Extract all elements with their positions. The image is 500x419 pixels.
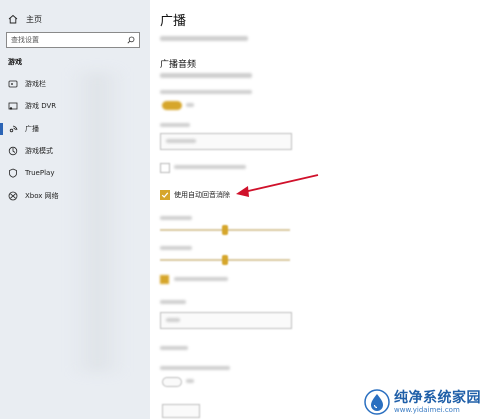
dvr-icon: [8, 101, 18, 111]
blurred-checkbox-label: [174, 165, 246, 169]
blurred-toggle[interactable]: [162, 377, 182, 387]
blurred-button[interactable]: [162, 404, 200, 418]
watermark-title: 纯净系统家园: [394, 389, 481, 406]
sidebar-item-label: 游戏栏: [25, 80, 46, 88]
section-title-gaming: 游戏: [8, 58, 22, 66]
trueplay-icon: [8, 168, 18, 178]
sidebar-item-label: Xbox 网络: [25, 192, 59, 200]
blurred-setting-label: [160, 90, 252, 94]
game-mode-icon: [8, 146, 18, 156]
watermark: 纯净系统家园 www.yidaimei.com: [364, 387, 496, 417]
blurred-dropdown-value: [166, 139, 196, 143]
sidebar-item-label: 广播: [25, 125, 39, 133]
settings-content: 广播 广播音频 使用自动回音消除: [150, 0, 500, 419]
search-placeholder: 查找设置: [11, 36, 39, 44]
checkmark-icon: [161, 192, 169, 198]
section-title-broadcast-audio: 广播音频: [160, 60, 197, 70]
blurred-text: [160, 73, 252, 78]
blurred-slider-label: [160, 216, 192, 220]
echo-cancel-label: 使用自动回音消除: [174, 191, 230, 199]
sidebar-item-label: 游戏 DVR: [25, 102, 57, 110]
nav-home[interactable]: 主页: [8, 11, 42, 27]
game-bar-icon: [8, 79, 18, 89]
page-title: 广播: [160, 14, 187, 29]
blurred-setting-label: [160, 300, 186, 304]
blurred-toggle-state: [186, 379, 194, 383]
blurred-description: [160, 36, 248, 41]
watermark-logo-icon: [364, 389, 390, 415]
echo-cancel-checkbox[interactable]: [160, 190, 170, 200]
settings-sidebar: 主页 查找设置 游戏 游戏栏 游戏 DVR 广播 游戏模式 TruePlay X…: [0, 0, 151, 419]
blurred-checkbox[interactable]: [160, 163, 170, 173]
blurred-setting-label: [160, 366, 230, 370]
sidebar-item-label: TruePlay: [25, 169, 55, 177]
blurred-checkbox-label: [174, 277, 228, 281]
blurred-setting-label: [160, 123, 190, 127]
blurred-region: [70, 72, 125, 372]
blurred-slider-thumb[interactable]: [222, 225, 228, 235]
xbox-icon: [8, 191, 18, 201]
search-input[interactable]: 查找设置: [6, 32, 140, 48]
blurred-slider-label: [160, 246, 192, 250]
sidebar-item-label: 游戏模式: [25, 147, 53, 155]
watermark-url: www.yidaimei.com: [394, 405, 460, 414]
broadcast-icon: [8, 124, 18, 134]
blurred-section-label: [160, 346, 188, 350]
search-icon[interactable]: [127, 36, 135, 44]
blurred-slider-thumb[interactable]: [222, 255, 228, 265]
nav-home-label: 主页: [26, 14, 42, 24]
blurred-toggle-state: [186, 103, 194, 107]
home-icon: [8, 14, 18, 24]
blurred-dropdown-value: [166, 318, 180, 322]
blurred-checkbox[interactable]: [160, 275, 169, 284]
blurred-toggle[interactable]: [162, 101, 182, 110]
